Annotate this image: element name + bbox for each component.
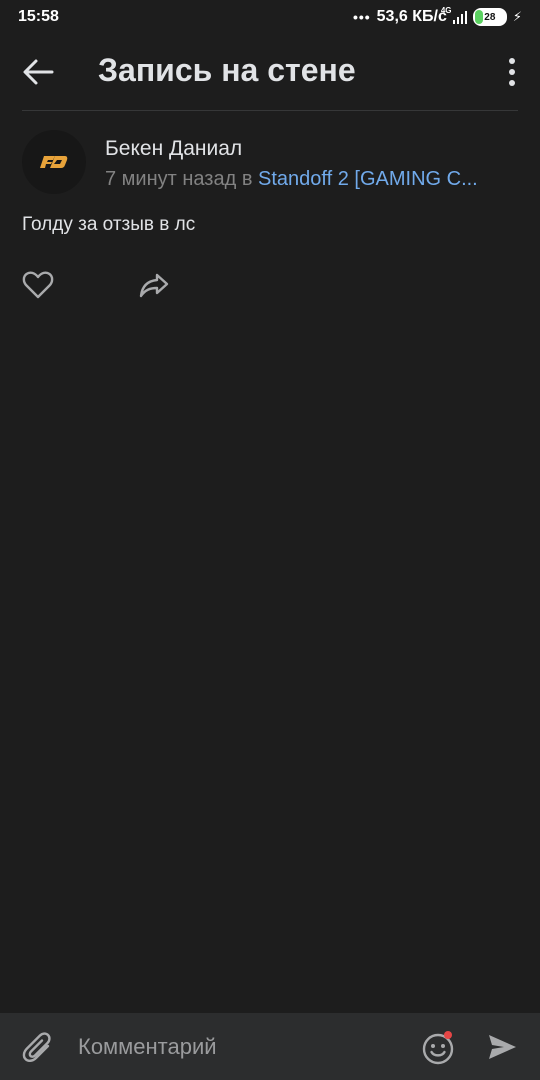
- heart-icon: [22, 271, 54, 299]
- paperclip-icon: [22, 1032, 51, 1062]
- notification-dot: [444, 1031, 452, 1039]
- status-time: 15:58: [18, 8, 59, 25]
- share-button[interactable]: [138, 270, 170, 300]
- comment-input[interactable]: [78, 1027, 398, 1067]
- post-meta: 7 минут назад в Standoff 2 [GAMING C...: [105, 168, 510, 191]
- group-link[interactable]: Standoff 2 [GAMING C...: [258, 168, 478, 190]
- attach-button[interactable]: [22, 1031, 54, 1065]
- more-vertical-icon: [509, 58, 515, 86]
- battery-level: 28: [484, 11, 496, 23]
- author-name[interactable]: Бекен Даниал: [105, 137, 242, 161]
- post-text: Голду за отзыв в лс: [22, 214, 196, 235]
- signal-icon: 4G: [441, 6, 467, 24]
- share-icon: [139, 273, 169, 298]
- charging-icon: ⚡: [512, 9, 522, 24]
- back-button[interactable]: [22, 58, 56, 86]
- battery-icon: 28: [472, 8, 507, 26]
- post-header: Бекен Даниал 7 минут назад в Standoff 2 …: [22, 130, 518, 194]
- notification-dots: •••: [352, 9, 371, 25]
- status-bar: 15:58 ••• 53,6 КБ/с 4G 28 ⚡: [0, 0, 540, 34]
- emoji-button[interactable]: [422, 1031, 456, 1065]
- post-time: 7 минут назад в: [105, 168, 253, 190]
- app-header: Запись на стене: [0, 34, 540, 110]
- like-button[interactable]: [22, 270, 54, 300]
- send-button[interactable]: [486, 1031, 518, 1063]
- arrow-left-icon: [23, 59, 54, 85]
- network-speed: 53,6 КБ/с: [376, 8, 447, 25]
- status-indicators: ••• 53,6 КБ/с 4G 28 ⚡: [352, 6, 522, 26]
- page-title: Запись на стене: [98, 52, 356, 88]
- logo-icon: [40, 156, 68, 168]
- avatar[interactable]: [22, 130, 86, 194]
- more-options-button[interactable]: [506, 56, 518, 88]
- send-icon: [489, 1035, 516, 1059]
- network-type: 4G: [440, 6, 452, 15]
- header-divider: [22, 110, 518, 111]
- comment-bar: [0, 1013, 540, 1080]
